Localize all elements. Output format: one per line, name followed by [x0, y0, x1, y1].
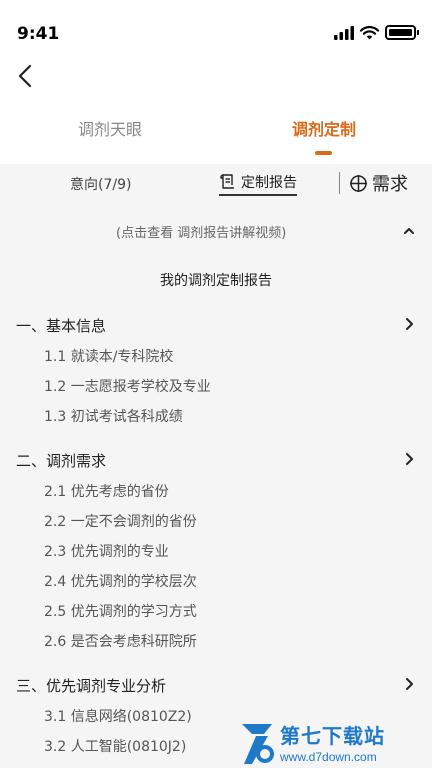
watermark-title: 第七下载站 — [280, 724, 385, 748]
tab-tiaoji-tianyan[interactable]: 调剂天眼 — [78, 116, 142, 140]
watermark-url: www.d7down.com — [280, 750, 377, 764]
video-hint-row[interactable]: (点击查看 调剂报告讲解视频) — [0, 222, 432, 244]
list-item[interactable]: 2.6 是否会考虑科研院所 — [44, 631, 197, 651]
list-item[interactable]: 2.4 优先调剂的学校层次 — [44, 571, 197, 591]
list-item[interactable]: 2.5 优先调剂的学习方式 — [44, 601, 197, 621]
crosshair-icon — [350, 174, 367, 192]
list-item[interactable]: 2.2 一定不会调剂的省份 — [44, 511, 197, 531]
section-title: 三、优先调剂专业分析 — [16, 677, 167, 695]
section-title: 二、调剂需求 — [16, 452, 107, 470]
sub-nav-divider — [339, 172, 340, 194]
site-watermark: 第七下载站 www.d7down.com — [236, 720, 432, 768]
scroll-document-icon — [220, 174, 234, 189]
list-item[interactable]: 1.3 初试考试各科成绩 — [44, 406, 183, 426]
list-item[interactable]: 3.1 信息网络(0810Z2) — [44, 706, 192, 726]
list-item[interactable]: 2.3 优先调剂的专业 — [44, 541, 169, 561]
status-bar: 9:41 — [0, 0, 432, 52]
section-tiaoji-needs[interactable]: 二、调剂需求 — [16, 450, 416, 470]
back-button[interactable] — [14, 61, 40, 91]
section-major-analysis[interactable]: 三、优先调剂专业分析 — [16, 675, 416, 695]
need-label: 需求 — [372, 174, 408, 195]
list-item[interactable]: 1.2 一志愿报考学校及专业 — [44, 376, 211, 396]
report-content: 意向(7/9) 定制报告 需求 (点击查看 调剂报告讲解视频) 我的调剂定制报告 — [0, 164, 432, 768]
need-button[interactable]: 需求 — [349, 170, 408, 196]
list-item[interactable]: 3.2 人工智能(0810J2) — [44, 736, 186, 756]
list-item[interactable]: 1.1 就读本/专科院校 — [44, 346, 173, 366]
status-icons — [334, 25, 419, 40]
section-basic-info[interactable]: 一、基本信息 — [16, 315, 416, 335]
battery-icon — [385, 25, 419, 40]
report-title: 我的调剂定制报告 — [160, 273, 272, 289]
sub-nav: 意向(7/9) 定制报告 需求 — [0, 164, 432, 204]
report-tab-label: 定制报告 — [241, 175, 297, 191]
list-item[interactable]: 2.1 优先考虑的省份 — [44, 481, 169, 501]
top-tabs: 调剂天眼 调剂定制 — [0, 110, 432, 162]
signal-icon — [334, 25, 354, 40]
chevron-right-icon — [406, 678, 413, 690]
video-hint-text: (点击查看 调剂报告讲解视频) — [116, 226, 287, 241]
section-title: 一、基本信息 — [16, 317, 107, 335]
chevron-up-icon[interactable] — [403, 225, 415, 237]
chevron-left-icon — [18, 64, 32, 88]
report-tab[interactable]: 定制报告 — [219, 172, 297, 196]
chevron-right-icon — [406, 318, 413, 330]
status-time: 9:41 — [17, 24, 60, 44]
wifi-icon — [360, 25, 379, 39]
chevron-right-icon — [406, 453, 413, 465]
watermark-logo-icon — [242, 724, 274, 764]
tab-tiaoji-dingzhi[interactable]: 调剂定制 — [292, 116, 356, 140]
active-tab-indicator — [315, 151, 332, 155]
intent-tab[interactable]: 意向(7/9) — [70, 174, 131, 194]
